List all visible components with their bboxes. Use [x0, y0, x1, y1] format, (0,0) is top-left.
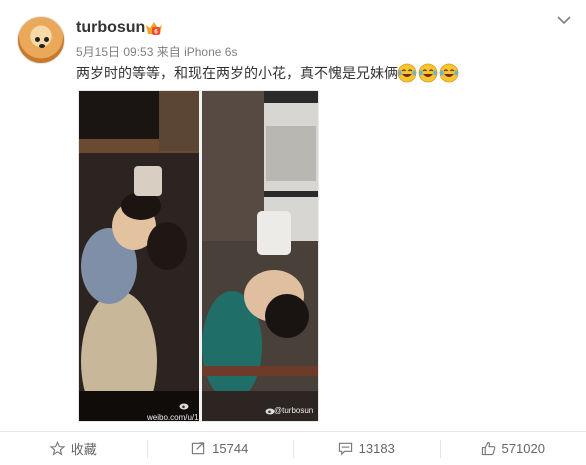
post-source: 来自 iPhone 6s [156, 45, 238, 59]
avatar-eye [35, 37, 40, 42]
image-watermark: weibo.com/u/1 [147, 413, 199, 422]
photo-right-panel [202, 91, 318, 421]
laugh-cry-emoji-icon [397, 63, 417, 83]
weibo-post-card: turbosun 6 5月15日 09:53 来自 iPhone 6s 两岁时的… [0, 0, 586, 465]
repost-icon [192, 442, 205, 455]
avatar[interactable] [17, 16, 65, 64]
vip-crown-icon[interactable]: 6 [145, 20, 163, 36]
laugh-cry-emoji-icon [418, 63, 438, 83]
emoji-row [397, 63, 460, 85]
avatar-nose [39, 44, 45, 48]
post-date[interactable]: 5月15日 09:53 [76, 45, 153, 59]
photo-left-panel [79, 91, 199, 421]
comment-count: 13183 [358, 441, 395, 456]
photo-left-drawing [79, 91, 199, 421]
favorite-label: 收藏 [70, 442, 97, 457]
post-text: 两岁时的等等，和现在两岁的小花，真不愧是兄妹俩 [76, 66, 398, 82]
post-image[interactable]: weibo.com/u/1 @turbosun [78, 90, 319, 422]
favorite-button[interactable]: 收藏 [0, 432, 147, 465]
post-meta: 5月15日 09:53 来自 iPhone 6s [76, 43, 237, 60]
repost-button[interactable]: 15744 [146, 432, 294, 465]
like-count: 571020 [501, 441, 545, 456]
laugh-cry-emoji-icon [439, 63, 459, 83]
star-icon [49, 441, 65, 456]
repost-count: 15744 [212, 441, 249, 456]
comment-icon [338, 442, 352, 456]
post-action-bar: 收藏 15744 13183 571020 [0, 431, 586, 465]
chevron-down-icon[interactable] [556, 14, 572, 26]
weibo-logo-icon [179, 403, 189, 410]
thumbs-up-icon [481, 441, 495, 456]
username-link[interactable]: turbosun [76, 19, 145, 37]
like-button[interactable]: 571020 [439, 432, 586, 465]
photo-right-drawing [202, 91, 318, 421]
image-watermark-username: @turbosun [274, 406, 314, 415]
avatar-eye [44, 37, 49, 42]
comment-button[interactable]: 13183 [293, 432, 440, 465]
